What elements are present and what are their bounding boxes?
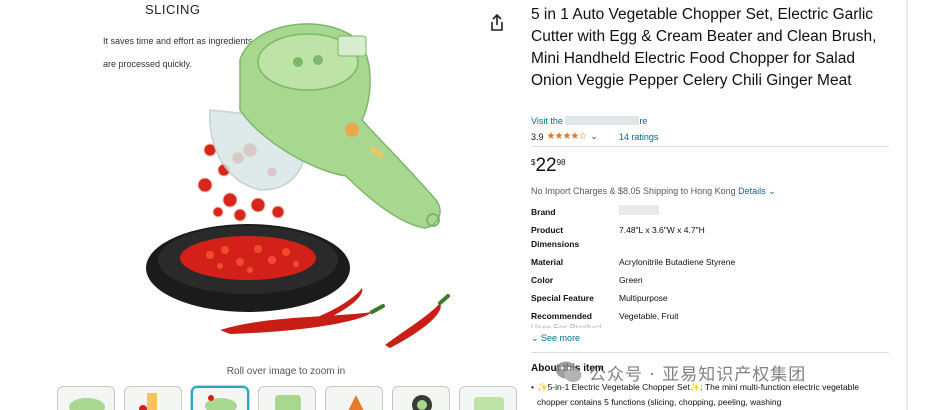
shipping-details-link[interactable]: Details ⌄ [738,186,776,196]
see-more-label: See more [541,333,581,343]
spec-key: Recommended [531,311,592,321]
thumbnail-image [412,395,432,410]
thumbnail-image [474,397,504,410]
divider [531,146,889,147]
thumbnail[interactable] [392,386,450,410]
spec-key: Material [531,257,564,267]
share-icon[interactable] [489,14,505,32]
thumbnail[interactable] [325,386,383,410]
rating-value: 3.9 [531,131,544,142]
thumbnail-image [275,395,301,410]
scrollbar-track[interactable] [906,0,908,410]
spec-value: Vegetable, Fruit [619,311,679,321]
thumbnail[interactable] [258,386,316,410]
store-link-prefix: Visit the [531,116,566,126]
shipping-details-label: Details [738,186,766,196]
price-fraction: 98 [556,158,566,167]
shipping-text: No Import Charges & $8.05 Shipping to Ho… [531,186,736,196]
store-link[interactable]: Visit the re [531,116,647,126]
spec-value: Acrylonitrile Butadiene Styrene [619,257,736,267]
spec-value: Multipurpose [619,293,668,303]
spec-value: Green [619,275,643,285]
price-whole: 22 [535,155,557,176]
spec-key: Product Dimensions [531,225,580,249]
ratings-count-link[interactable]: 14 ratings [619,132,659,142]
spec-row-faded: Uses For Product [531,322,602,328]
thumbnail-image [69,398,105,410]
rating-row: 3.9 ★★★★☆ ⌄ 14 ratings [531,131,658,142]
chevron-down-icon[interactable]: ⌄ [590,131,598,142]
zoom-hint: Roll over image to zoom in [226,366,346,377]
see-more-link[interactable]: ⌄ See more [531,333,580,344]
product-detail-panel: 5 in 1 Auto Vegetable Chopper Set, Elect… [531,0,911,410]
thumbnail-image [348,395,364,410]
watermark-text: 公众号 · 亚易知识产权集团 [589,364,807,385]
image-gallery: SLICING It saves time and effort as ingr… [0,0,520,410]
thumbnail-image [205,395,237,410]
thumbnail-selected[interactable] [191,386,249,410]
shipping-info: No Import Charges & $8.05 Shipping to Ho… [531,186,776,197]
thumbnail[interactable] [459,386,517,410]
thumbnail[interactable] [124,386,182,410]
wechat-logo-icon [556,361,582,382]
store-link-suffix: re [639,116,648,126]
thumbnail-image [139,393,157,410]
spec-value [619,205,879,219]
main-product-image[interactable]: SLICING It saves time and effort as ingr… [100,0,472,356]
spec-key: Special Feature [531,293,594,303]
thumbnail-strip [57,386,517,410]
thumbnail[interactable] [57,386,115,410]
price: $ 22 98 [531,156,566,176]
spec-key: Brand [531,207,556,217]
watermark: 公众号 · 亚易知识产权集团 [555,359,806,385]
redacted-brand [619,205,659,215]
product-title: 5 in 1 Auto Vegetable Chopper Set, Elect… [531,6,877,89]
divider [531,352,889,353]
product-illustration [146,23,450,348]
spec-value: 7.48"L x 3.6"W x 4.7"H [619,225,705,235]
star-rating-icon[interactable]: ★★★★☆ [547,131,588,142]
redacted-store-name [565,116,640,125]
spec-key: Color [531,275,554,285]
